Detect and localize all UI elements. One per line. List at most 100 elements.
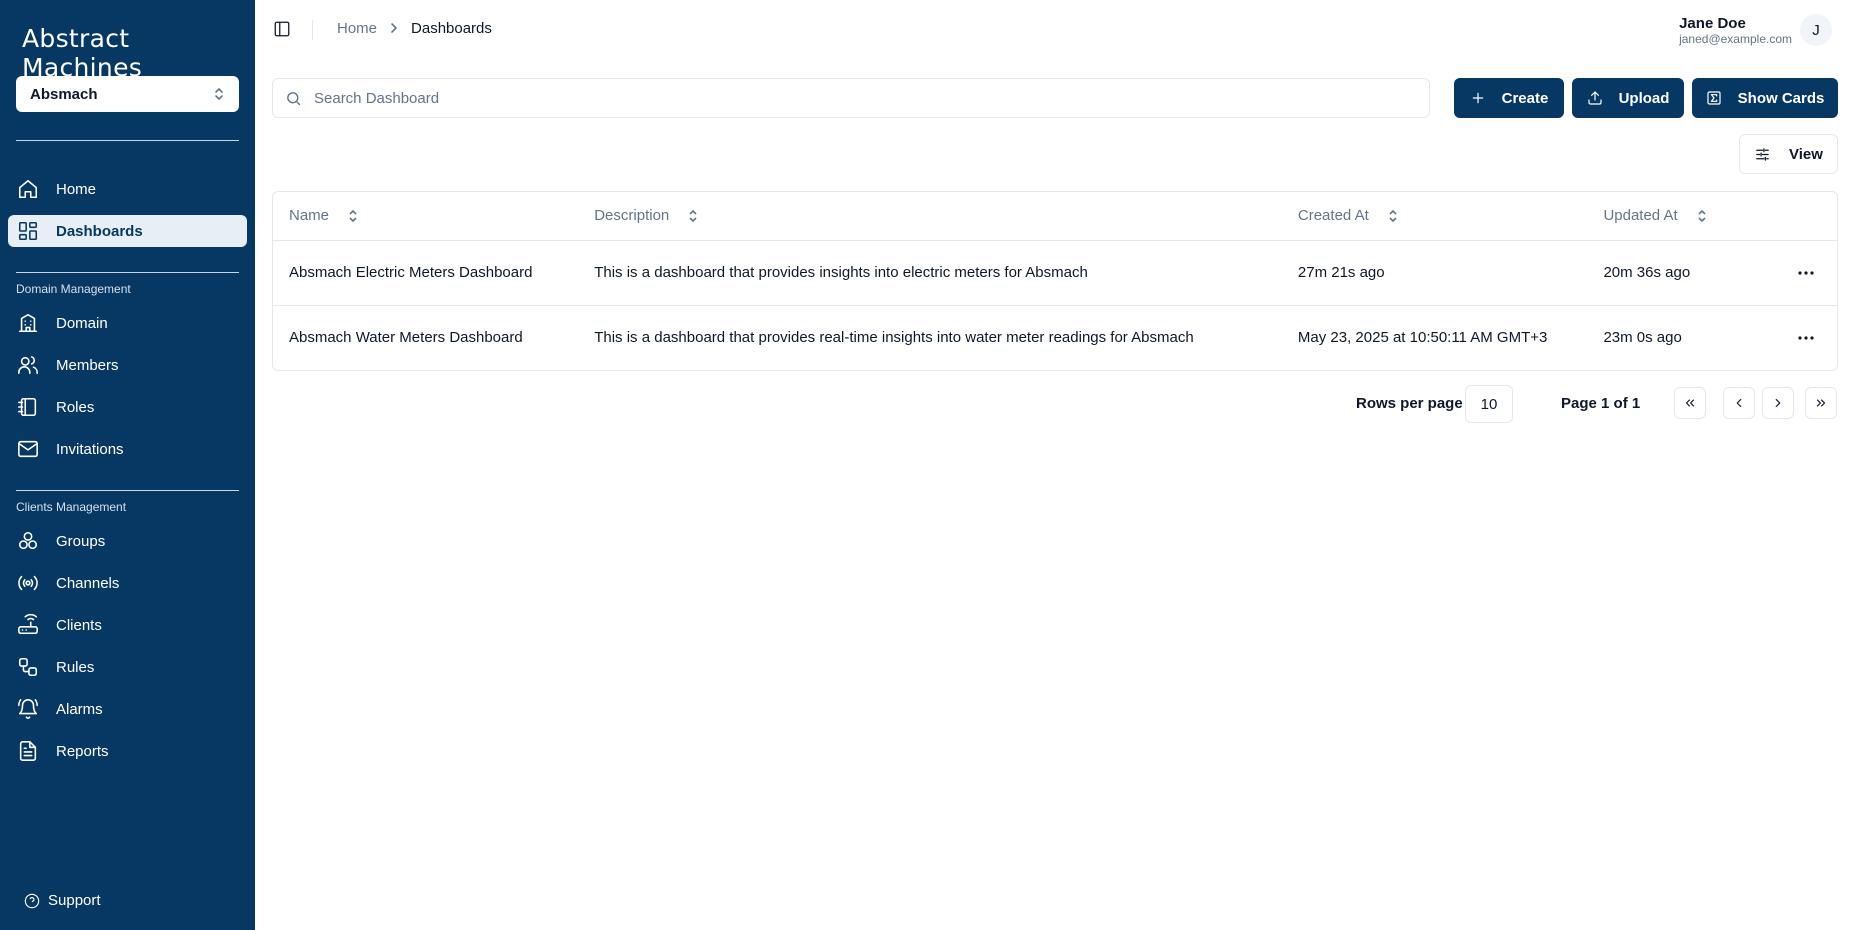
chevrons-up-down-icon	[213, 86, 225, 102]
create-button-label: Create	[1501, 89, 1549, 107]
section-title-domain: Domain Management	[16, 282, 131, 296]
column-header-created-at[interactable]: Created At	[1281, 192, 1588, 241]
search-input[interactable]	[314, 89, 1429, 107]
support-link[interactable]: Support	[24, 892, 101, 909]
building-icon	[16, 311, 40, 335]
chevron-right-icon	[389, 21, 399, 37]
sidebar-item-label: Home	[56, 180, 97, 198]
sidebar-item-clients[interactable]: Clients	[8, 609, 247, 641]
sidebar-divider	[16, 490, 239, 491]
radio-icon	[16, 571, 40, 595]
breadcrumb-home[interactable]: Home	[337, 20, 377, 37]
sidebar-item-label: Domain	[56, 314, 108, 332]
cell-updated-at: 23m 0s ago	[1603, 329, 1682, 347]
sidebar-divider	[16, 272, 239, 273]
panel-left-icon	[274, 21, 290, 37]
org-selector[interactable]: Absmach	[16, 76, 239, 112]
sidebar-item-dashboards[interactable]: Dashboards	[8, 215, 247, 247]
home-icon	[16, 177, 40, 201]
sidebar-item-groups[interactable]: Groups	[8, 525, 247, 557]
sidebar-divider	[16, 140, 239, 141]
last-page-button[interactable]	[1805, 387, 1837, 419]
sidebar-item-channels[interactable]: Channels	[8, 567, 247, 599]
cell-created-at: 27m 21s ago	[1281, 240, 1588, 306]
rows-per-page-label: Rows per page	[1356, 395, 1463, 412]
sidebar-item-alarms[interactable]: Alarms	[8, 693, 247, 725]
sidebar-item-home[interactable]: Home	[8, 173, 247, 205]
notebook-icon	[16, 395, 40, 419]
router-icon	[16, 613, 40, 637]
sidebar-item-reports[interactable]: Reports	[8, 735, 247, 767]
cell-actions	[1765, 240, 1837, 306]
show-cards-button-label: Show Cards	[1737, 89, 1825, 107]
table-row[interactable]: Absmach Water Meters Dashboard This is a…	[273, 305, 1837, 370]
next-page-button[interactable]	[1762, 387, 1794, 419]
column-header-label: Description	[594, 207, 670, 225]
sidebar-item-label: Dashboards	[56, 222, 143, 240]
sidebar-item-members[interactable]: Members	[8, 349, 247, 381]
column-header-name[interactable]: Name	[273, 192, 579, 241]
file-text-icon	[16, 739, 40, 763]
column-header-label: Created At	[1297, 207, 1369, 225]
more-horizontal-icon[interactable]	[1791, 263, 1821, 283]
sliders-icon	[1756, 147, 1769, 161]
support-label: Support	[48, 892, 101, 909]
help-circle-icon	[24, 893, 48, 909]
cell-actions	[1765, 305, 1837, 370]
view-button-label: View	[1789, 145, 1823, 163]
user-info: Jane Doe janed@example.com	[1679, 15, 1792, 46]
user-email: janed@example.com	[1679, 31, 1792, 46]
breadcrumb-current: Dashboards	[411, 20, 492, 37]
view-options-button[interactable]: View	[1739, 134, 1838, 174]
column-header-updated-at[interactable]: Updated At	[1587, 192, 1765, 241]
header-separator	[312, 20, 313, 40]
cell-name: Absmach Electric Meters Dashboard	[273, 240, 579, 306]
sidebar-item-domain[interactable]: Domain	[8, 307, 247, 339]
cell-description: This is a dashboard that provides insigh…	[578, 240, 1282, 306]
sidebar-item-label: Clients	[56, 616, 102, 634]
avatar[interactable]: J	[1800, 14, 1832, 46]
sidebar-item-label: Roles	[56, 398, 95, 416]
sidebar-item-label: Alarms	[56, 700, 103, 718]
section-title-clients: Clients Management	[16, 500, 127, 514]
create-button[interactable]: Create	[1454, 78, 1564, 118]
sidebar-item-invitations[interactable]: Invitations	[8, 433, 247, 465]
upload-button[interactable]: Upload	[1572, 78, 1684, 118]
sidebar-item-label: Members	[56, 356, 119, 374]
sort-icon	[347, 209, 359, 223]
pagination: Rows per page 10 Page 1 of 1	[255, 385, 1838, 423]
column-header-actions	[1765, 192, 1837, 241]
dashboards-table: Name Description Created At Updated At A…	[272, 191, 1838, 371]
sidebar-toggle-button[interactable]	[273, 20, 293, 40]
search-icon	[287, 91, 301, 105]
table-row[interactable]: Absmach Electric Meters Dashboard This i…	[273, 240, 1837, 306]
sidebar-item-rules[interactable]: Rules	[8, 651, 247, 683]
previous-page-button[interactable]	[1723, 387, 1755, 419]
chevron-left-icon	[1736, 398, 1742, 408]
cell-name: Absmach Water Meters Dashboard	[289, 329, 523, 347]
page-indicator: Page 1 of 1	[1561, 395, 1641, 412]
show-cards-button[interactable]: Show Cards	[1692, 78, 1838, 118]
sidebar-item-roles[interactable]: Roles	[8, 391, 247, 423]
chevron-right-icon	[1775, 398, 1781, 408]
breadcrumb: Home Dashboards	[337, 20, 492, 37]
upload-button-label: Upload	[1618, 89, 1670, 107]
sort-icon	[1387, 209, 1399, 223]
brand-logo[interactable]: Abstract Machines	[22, 24, 255, 82]
search-box	[272, 78, 1430, 118]
sidebar-item-label: Reports	[56, 742, 109, 760]
user-menu[interactable]: Jane Doe janed@example.com J	[1679, 14, 1832, 46]
main-content: Home Dashboards Jane Doe janed@example.c…	[255, 0, 1850, 930]
sort-icon	[687, 209, 699, 223]
sort-icon	[1696, 209, 1708, 223]
cell-updated-at: 20m 36s ago	[1587, 240, 1765, 306]
workflow-icon	[16, 655, 40, 679]
column-header-description[interactable]: Description	[578, 192, 1282, 241]
first-page-button[interactable]	[1674, 387, 1706, 419]
org-selector-value: Absmach	[30, 85, 98, 103]
table-header-row: Name Description Created At Updated At	[273, 192, 1837, 241]
groups-icon	[16, 529, 40, 553]
more-horizontal-icon[interactable]	[1791, 328, 1821, 348]
dashboard-icon	[16, 219, 40, 243]
rows-per-page-select[interactable]: 10	[1465, 385, 1513, 423]
